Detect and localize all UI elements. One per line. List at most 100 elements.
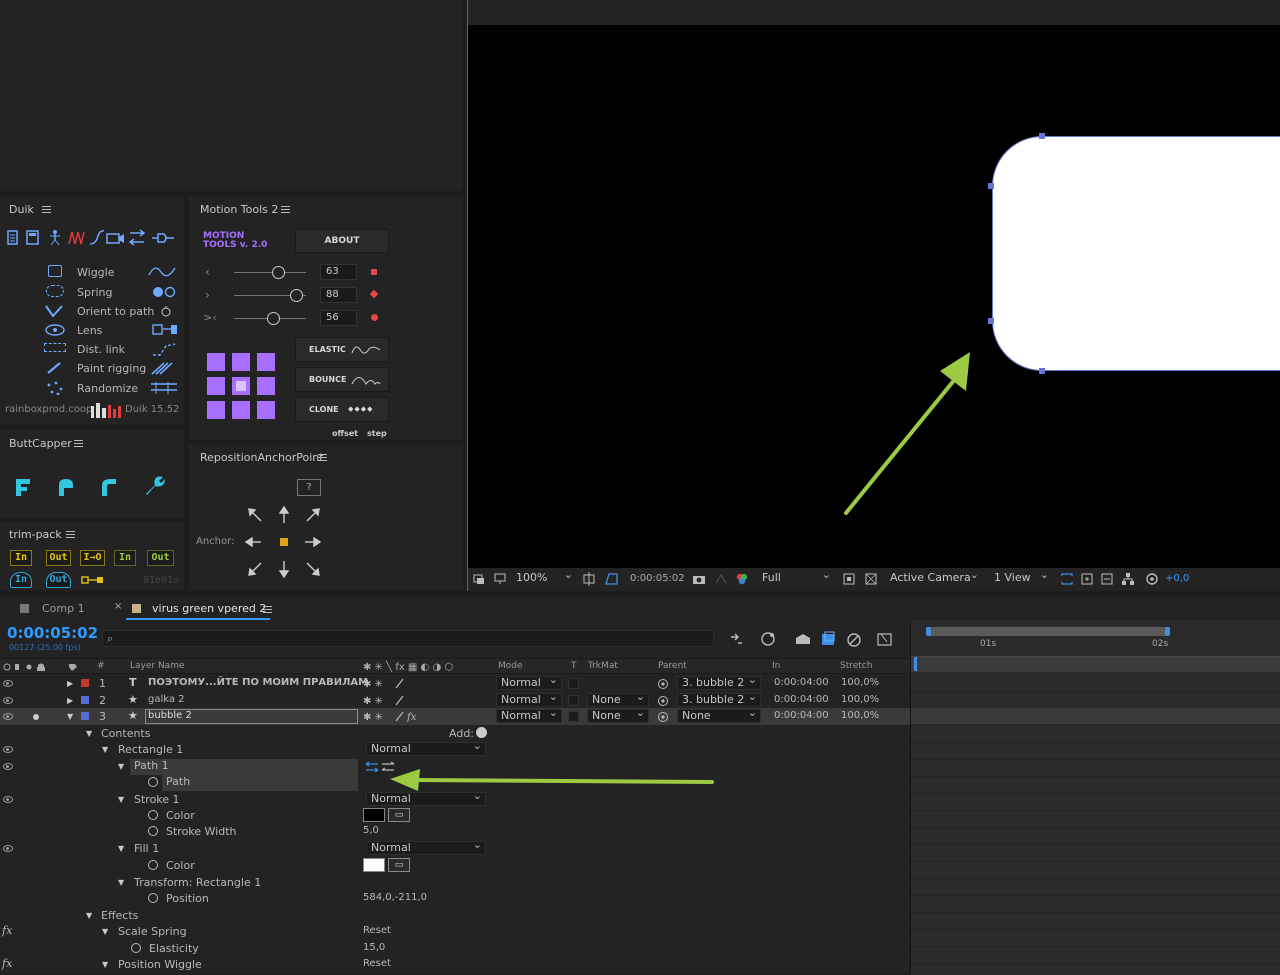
trim-out-button-2[interactable]: Out — [147, 550, 174, 566]
grid-cell-tr[interactable] — [257, 353, 275, 371]
layer-3-t-checkbox[interactable] — [568, 711, 579, 722]
trim-out-button-1[interactable]: Out — [46, 550, 71, 566]
timeline-search-input[interactable]: ⌕ — [102, 630, 714, 647]
bubble-handle-top[interactable] — [1039, 133, 1045, 139]
slider-1-value[interactable]: 63 — [320, 264, 357, 280]
playhead[interactable] — [914, 657, 917, 671]
stopwatch-icon[interactable] — [148, 810, 158, 820]
layer-3-mode-select[interactable]: Normal — [496, 707, 562, 723]
work-area-start-handle[interactable] — [926, 627, 931, 636]
pickwhip-icon[interactable] — [657, 711, 669, 723]
prop-position-wiggle-row[interactable]: fx ▼ Position Wiggle Reset — [0, 956, 910, 973]
prop-stroke-width-row[interactable]: Stroke Width 5,0 — [0, 823, 910, 840]
layer-3-label-color[interactable] — [81, 712, 89, 720]
grid-cell-mc[interactable] — [232, 377, 250, 395]
work-area-bar[interactable] — [926, 627, 1170, 636]
grid-cell-bc[interactable] — [232, 401, 250, 419]
expand-arrow-icon[interactable]: ▶ — [67, 679, 73, 688]
motion-slider-3[interactable]: >‹ 56 — [199, 308, 389, 328]
slider-3-knob[interactable] — [267, 312, 280, 325]
motion-tools-menu-icon[interactable] — [281, 206, 290, 213]
stopwatch-icon[interactable] — [148, 860, 158, 870]
work-area-end-handle[interactable] — [1165, 627, 1170, 636]
tab-menu-icon[interactable] — [263, 606, 272, 613]
duik-wiggle-item[interactable]: Wiggle — [0, 262, 184, 281]
reset-exposure-icon[interactable] — [1145, 572, 1159, 586]
col-layer-name[interactable]: Layer Name — [130, 661, 185, 671]
layer-2-name[interactable]: galka 2 — [148, 694, 185, 705]
layer-1-t-checkbox[interactable] — [568, 678, 579, 689]
collapse-arrow-icon[interactable]: ▼ — [102, 745, 108, 754]
duik-toolbar-icons[interactable] — [6, 228, 178, 248]
step-label[interactable]: step — [367, 429, 387, 438]
clone-button[interactable]: CLONE ◆◆◆◆ — [295, 397, 389, 422]
motion-anchor-grid[interactable] — [203, 349, 283, 425]
layer-2-switches[interactable]: ✱ ✳ — [363, 694, 413, 707]
eyedropper-icon[interactable]: ▭ — [388, 808, 410, 822]
slider-2-value[interactable]: 88 — [320, 287, 357, 303]
collapse-arrow-icon[interactable]: ▼ — [86, 729, 92, 738]
fill-mode-select[interactable]: Normal — [366, 839, 486, 855]
col-mode[interactable]: Mode — [498, 661, 523, 671]
bounce-button[interactable]: BOUNCE — [295, 367, 389, 392]
prop-position-row[interactable]: Position 584,0,-211,0 — [0, 890, 910, 907]
reposition-menu-icon[interactable] — [318, 454, 327, 461]
slider-1-knob[interactable] — [272, 266, 285, 279]
mask-icon[interactable] — [604, 572, 618, 586]
layer-2-trkmat-select[interactable]: None — [587, 691, 649, 707]
prop-scale-spring-row[interactable]: fx ▼ Scale Spring Reset — [0, 923, 910, 940]
timeline-icon[interactable] — [1100, 572, 1114, 586]
views-select[interactable]: 1 View — [990, 569, 1052, 586]
bubble-handle-left-bottom[interactable] — [988, 318, 994, 324]
flowchart-icon[interactable] — [1121, 572, 1135, 586]
duik-randomize-item[interactable]: Randomize — [0, 378, 184, 397]
layer-3-trkmat-select[interactable]: None — [587, 707, 649, 723]
bubble-shape[interactable] — [992, 136, 1280, 371]
comp-canvas[interactable] — [468, 25, 1280, 568]
motion-slider-2[interactable]: › 88 — [199, 285, 389, 305]
buttcapper-menu-icon[interactable] — [74, 440, 83, 447]
close-tab-icon[interactable]: × — [114, 601, 122, 612]
layer-1-mode-select[interactable]: Normal — [496, 674, 562, 690]
layer-1-name[interactable]: ПОЭТОМУ...ЙТЕ ПО МОИМ ПРАВИЛАМ — [148, 677, 368, 688]
zoom-select[interactable]: 100% — [512, 569, 576, 586]
duik-spring-item[interactable]: Spring — [0, 282, 184, 301]
elasticity-value[interactable]: 15,0 — [363, 942, 385, 953]
slider-3-value[interactable]: 56 — [320, 310, 357, 326]
always-preview-icon[interactable] — [473, 573, 485, 585]
layer-row-2[interactable]: ▶ 2 ★ galka 2 ✱ ✳ Normal None 3. bubble … — [0, 691, 910, 709]
visibility-eye-icon[interactable] — [3, 746, 13, 753]
layer-3-stretch[interactable]: 100,0% — [841, 710, 879, 721]
monitor-icon[interactable] — [494, 573, 506, 585]
pickwhip-icon[interactable] — [657, 678, 669, 690]
scale-spring-reset[interactable]: Reset — [363, 925, 391, 936]
layer-2-in[interactable]: 0:00:04:00 — [774, 694, 829, 705]
layer-row-3[interactable]: ▼ 3 ★ bubble 2 ✱ ✳ fx Normal None None 0:… — [0, 707, 910, 725]
grid-cell-tc[interactable] — [232, 353, 250, 371]
duik-distlink-item[interactable]: Dist. link — [0, 339, 184, 358]
visibility-eye-icon[interactable] — [3, 713, 13, 720]
trim-in-arc-button[interactable]: In — [10, 572, 32, 588]
layer-2-mode-select[interactable]: Normal — [496, 691, 562, 707]
duik-paint-item[interactable]: Paint rigging — [0, 358, 184, 377]
visibility-eye-icon[interactable] — [3, 845, 13, 852]
col-in[interactable]: In — [772, 661, 780, 671]
layer-1-label-color[interactable] — [81, 679, 89, 687]
trim-in-button-1[interactable]: In — [10, 550, 32, 566]
show-snapshot-icon[interactable] — [714, 573, 728, 585]
grid-cell-mr[interactable] — [257, 377, 275, 395]
trim-in-button-2[interactable]: In — [114, 550, 136, 566]
slider-2-knob[interactable] — [290, 289, 303, 302]
bubble-handle-bottom[interactable] — [1039, 368, 1045, 374]
prop-contents-row[interactable]: ▼ Contents Add: — [0, 725, 910, 742]
roi-icon[interactable] — [842, 572, 856, 586]
prop-effects-row[interactable]: ▼ Effects — [0, 907, 910, 924]
prop-transform-row[interactable]: ▼ Transform: Rectangle 1 — [0, 874, 910, 891]
stopwatch-icon[interactable] — [131, 943, 141, 953]
prop-stroke-color-row[interactable]: Color ▭ — [0, 807, 910, 824]
timeline-toolbar-icons[interactable] — [728, 630, 898, 648]
grid-cell-ml[interactable] — [207, 377, 225, 395]
grid-cell-tl[interactable] — [207, 353, 225, 371]
position-value[interactable]: 584,0,-211,0 — [363, 892, 427, 903]
layer-3-switches[interactable]: ✱ ✳ fx — [363, 710, 423, 723]
